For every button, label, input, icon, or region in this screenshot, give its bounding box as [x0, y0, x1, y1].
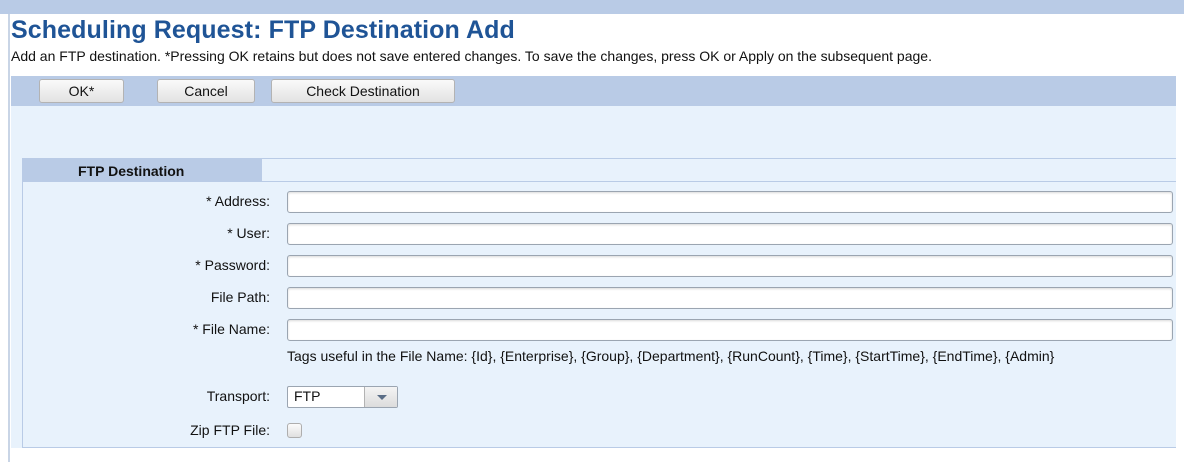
address-label: * Address:	[206, 193, 270, 209]
section-title: FTP Destination	[22, 158, 262, 182]
transport-selected-value: FTP	[294, 388, 321, 404]
section-divider	[22, 181, 1176, 182]
address-field[interactable]	[287, 191, 1173, 213]
file-path-label: File Path:	[210, 289, 270, 305]
file-name-field[interactable]	[287, 319, 1173, 341]
file-name-label: * File Name:	[192, 321, 270, 337]
user-field[interactable]	[287, 223, 1173, 245]
zip-ftp-file-label: Zip FTP File:	[190, 422, 270, 438]
cancel-button[interactable]: Cancel	[157, 79, 255, 103]
chevron-down-icon[interactable]	[364, 387, 397, 407]
transport-select[interactable]: FTP	[287, 386, 398, 408]
check-destination-button[interactable]: Check Destination	[271, 79, 455, 103]
top-bar	[0, 0, 1184, 14]
file-name-tags-hint: Tags useful in the File Name: {Id}, {Ent…	[287, 348, 1055, 364]
page-description: Add an FTP destination. *Pressing OK ret…	[11, 48, 932, 64]
password-label: * Password:	[195, 257, 270, 273]
user-label: * User:	[227, 225, 270, 241]
file-path-field[interactable]	[287, 287, 1173, 309]
password-field[interactable]	[287, 255, 1173, 277]
page-title: Scheduling Request: FTP Destination Add	[11, 16, 515, 44]
zip-ftp-file-checkbox[interactable]	[287, 423, 302, 438]
button-toolbar: OK* Cancel Check Destination	[11, 76, 1176, 106]
transport-label: Transport:	[206, 388, 270, 404]
ok-button[interactable]: OK*	[39, 79, 124, 103]
